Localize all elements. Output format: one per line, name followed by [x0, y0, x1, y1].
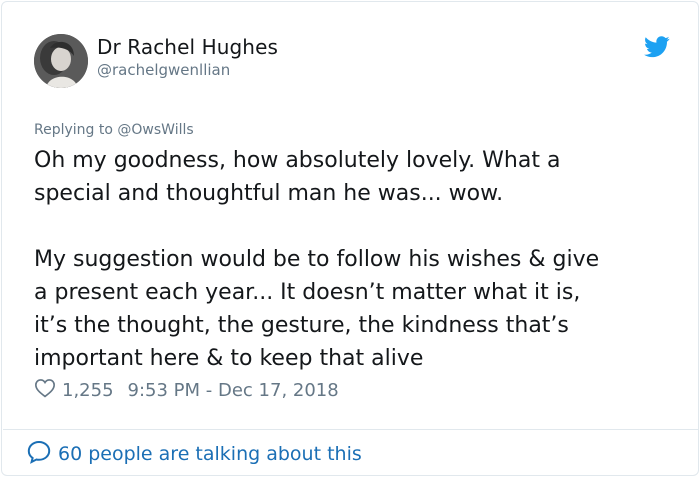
twitter-bird-icon[interactable]	[644, 36, 670, 58]
tweet-card: Dr Rachel Hughes @rachelgwenllian Replyi…	[1, 1, 699, 476]
tweet-meta: 1,255 9:53 PM - Dec 17, 2018	[34, 377, 339, 403]
replying-to: Replying to @OwsWills	[34, 122, 194, 138]
speech-bubble-icon	[26, 439, 58, 470]
user-handle[interactable]: @rachelgwenllian	[97, 61, 230, 79]
reply-mention-link[interactable]: @OwsWills	[117, 122, 193, 138]
display-name[interactable]: Dr Rachel Hughes	[97, 35, 278, 59]
replying-to-label: Replying to	[34, 122, 118, 138]
heart-outline-icon[interactable]	[34, 377, 62, 404]
tweet-timestamp[interactable]: 9:53 PM - Dec 17, 2018	[128, 380, 339, 401]
conversation-link-label[interactable]: 60 people are talking about this	[58, 443, 362, 465]
conversation-link[interactable]: 60 people are talking about this	[26, 440, 362, 468]
tweet-text: Oh my goodness, how absolutely lovely. W…	[34, 148, 600, 371]
like-count[interactable]: 1,255	[62, 380, 114, 401]
divider	[3, 429, 699, 430]
avatar[interactable]	[34, 34, 88, 88]
